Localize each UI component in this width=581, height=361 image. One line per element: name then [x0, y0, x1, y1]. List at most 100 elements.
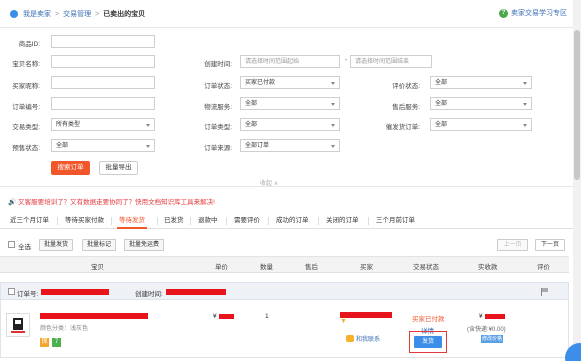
tab-separator: [157, 217, 158, 225]
home-icon: [10, 10, 18, 18]
trade-type-select[interactable]: 所有类型: [51, 118, 155, 131]
product-name-input[interactable]: [51, 55, 155, 68]
postage-info: (含快递:¥0.00): [467, 327, 506, 333]
tab-separator: [57, 217, 58, 225]
chat-icon: [346, 335, 354, 342]
order-status-label: 订单状态:: [204, 83, 232, 90]
chevron-down-icon: [331, 124, 335, 127]
scrollbar-thumb[interactable]: [574, 30, 580, 180]
redacted-product-title[interactable]: [40, 313, 148, 319]
redacted-create-time: [166, 289, 226, 295]
select-all-checkbox[interactable]: [8, 241, 15, 248]
chevron-down-icon: [523, 124, 527, 127]
next-page-button[interactable]: 下一页: [535, 239, 565, 251]
order-type-select[interactable]: 全部: [240, 118, 340, 131]
seller-study-link[interactable]: ? 卖家交易学习专区: [499, 8, 567, 18]
order-source-label: 订单来源:: [204, 145, 232, 152]
column-after-sale: 售后: [305, 264, 318, 271]
chevron-down-icon: [331, 82, 335, 85]
product-id-label: 商品ID:: [18, 41, 40, 48]
column-unit-price: 单价: [215, 264, 228, 271]
tab-needs-rating[interactable]: 需要评价: [232, 212, 262, 229]
flag-icon[interactable]: [541, 288, 548, 296]
create-time-start-input[interactable]: 请选择时间范围起始: [240, 55, 340, 68]
tab-shipped[interactable]: 已发货: [162, 212, 186, 229]
order-tabs: 近三个月订单 等待买家付款 等待发货 已发货 退款中 需要评价 成功的订单 关闭…: [0, 212, 581, 229]
order-type-label: 订单类型:: [204, 124, 232, 131]
tab-awaiting-shipment[interactable]: 等待发货: [117, 212, 147, 229]
batch-mark-button[interactable]: 批量标记: [82, 239, 117, 251]
prev-page-button[interactable]: 上一页: [497, 239, 528, 251]
tab-separator: [190, 217, 191, 225]
column-amount-received: 实收款: [478, 264, 498, 271]
product-thumbnail[interactable]: [6, 313, 30, 337]
tab-closed[interactable]: 关闭的订单: [324, 212, 361, 229]
rating-status-value: 全部: [435, 80, 448, 86]
tab-older-than-three-months[interactable]: 三个月前订单: [374, 212, 417, 229]
unit-price-prefix: ¥: [213, 313, 217, 320]
logistics-select[interactable]: 全部: [240, 97, 340, 110]
chevron-down-icon: [523, 82, 527, 85]
presale-status-label: 预售状态:: [12, 145, 40, 152]
presale-status-select[interactable]: 全部: [51, 139, 155, 152]
question-icon: ?: [499, 8, 508, 18]
speaker-icon: 🔊: [8, 199, 17, 206]
notice-text[interactable]: 又客服要培训了？又有数据走要协同了？快用文档知识库工具来解决!: [18, 199, 215, 206]
order-status-select[interactable]: 买家已付款: [240, 76, 340, 89]
guarantee-badge: 保: [40, 338, 49, 347]
batch-ship-button[interactable]: 批量发货: [39, 239, 74, 251]
breadcrumb-section[interactable]: 交易管理: [63, 9, 91, 19]
ship-button-highlight: 发货: [409, 331, 447, 353]
redacted-amount: [485, 314, 505, 319]
product-name-label: 宝贝名称:: [12, 61, 40, 68]
tab-successful[interactable]: 成功的订单: [274, 212, 311, 229]
tab-awaiting-payment[interactable]: 等待买家付款: [63, 212, 106, 229]
urge-ship-value: 全部: [435, 122, 448, 128]
order-checkbox[interactable]: [8, 288, 15, 295]
contact-buyer-label: 和我联系: [356, 337, 381, 343]
order-source-select[interactable]: 全部订单: [240, 139, 340, 152]
batch-free-shipping-button[interactable]: 批量免运费: [124, 239, 165, 251]
table-header: 宝贝 单价 数量 售后 买家 交易状态 实收款 评价: [0, 256, 569, 273]
search-orders-button[interactable]: 搜索订单: [51, 161, 90, 175]
ship-button[interactable]: 发货: [414, 336, 442, 348]
breadcrumb-separator: >: [95, 10, 100, 18]
tab-refunding[interactable]: 退款中: [196, 212, 220, 229]
chevron-down-icon: [331, 145, 335, 148]
chevron-down-icon: [146, 145, 150, 148]
order-no-input[interactable]: [51, 97, 155, 110]
tab-separator: [226, 217, 227, 225]
redacted-unit-price: [219, 314, 234, 319]
batch-export-button[interactable]: 批量导出: [99, 161, 138, 175]
wangwang-icon: ▼: [340, 318, 347, 325]
column-item: 宝贝: [91, 264, 104, 271]
redacted-order-no: [41, 289, 109, 295]
buyer-nick-input[interactable]: [51, 76, 155, 89]
order-create-time-label: 创建时间:: [135, 291, 163, 298]
product-id-input[interactable]: [51, 35, 155, 48]
tab-separator: [318, 217, 319, 225]
presale-status-value: 全部: [56, 143, 69, 149]
urge-ship-select[interactable]: 全部: [430, 118, 532, 131]
chevron-down-icon: [146, 124, 150, 127]
seven-day-return-badge: 7: [52, 338, 61, 347]
redacted-buyer-name[interactable]: [340, 312, 392, 318]
rating-status-select[interactable]: 全部: [430, 76, 532, 89]
order-no-label: 订单编号:: [12, 104, 40, 111]
amount-prefix: ¥: [479, 313, 483, 320]
logistics-value: 全部: [245, 101, 258, 107]
contact-buyer-link[interactable]: 和我联系: [346, 334, 380, 343]
date-range-separator: -: [345, 57, 348, 64]
page-title: 已卖出的宝贝: [103, 11, 146, 18]
tab-recent-three-months[interactable]: 近三个月订单: [8, 212, 51, 229]
after-sale-select[interactable]: 全部: [430, 97, 532, 110]
top-bar: 我是卖家 > 交易管理 > 已卖出的宝贝 ? 卖家交易学习专区: [0, 0, 581, 28]
buyer-nick-label: 买家昵称:: [12, 83, 40, 90]
breadcrumb-home[interactable]: 我是卖家: [23, 9, 51, 19]
tab-separator: [268, 217, 269, 225]
breadcrumb-separator: >: [55, 10, 60, 18]
trade-type-value: 所有类型: [56, 122, 81, 128]
change-price-button[interactable]: 修改价格: [481, 335, 503, 343]
breadcrumb: 我是卖家 > 交易管理 > 已卖出的宝贝: [10, 9, 145, 19]
create-time-end-input[interactable]: 请选择时间范围结束: [350, 55, 432, 68]
